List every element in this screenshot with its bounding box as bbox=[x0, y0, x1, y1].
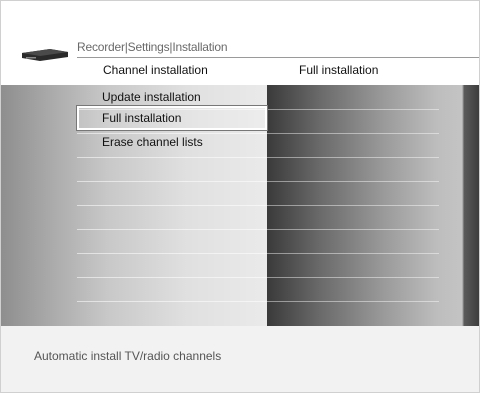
row-divider bbox=[77, 205, 267, 206]
column-title-full-installation: Full installation bbox=[299, 63, 379, 77]
row-divider bbox=[77, 181, 267, 182]
osd-screen: Recorder|Settings|Installation Channel i… bbox=[0, 0, 480, 393]
help-text: Automatic install TV/radio channels bbox=[34, 349, 222, 363]
row-divider bbox=[267, 109, 439, 110]
menu-item-erase-channel-lists[interactable]: Erase channel lists bbox=[77, 130, 267, 154]
menu-item-full-installation[interactable]: Full installation bbox=[76, 105, 268, 131]
menu-area: Update installation Full installation Er… bbox=[1, 85, 479, 326]
row-divider bbox=[267, 181, 439, 182]
header-divider bbox=[77, 57, 479, 58]
row-divider bbox=[267, 133, 439, 134]
row-divider bbox=[267, 157, 439, 158]
row-divider bbox=[77, 301, 267, 302]
breadcrumb: Recorder|Settings|Installation bbox=[77, 40, 228, 54]
row-divider bbox=[267, 301, 439, 302]
row-divider bbox=[77, 277, 267, 278]
row-divider bbox=[77, 157, 267, 158]
row-divider bbox=[267, 205, 439, 206]
row-divider bbox=[77, 229, 267, 230]
row-divider bbox=[267, 229, 439, 230]
recorder-device-icon bbox=[22, 49, 68, 61]
row-divider bbox=[267, 253, 439, 254]
row-divider bbox=[267, 277, 439, 278]
header: Recorder|Settings|Installation Channel i… bbox=[1, 1, 479, 85]
column-title-channel-installation: Channel installation bbox=[103, 63, 208, 77]
help-footer: Automatic install TV/radio channels bbox=[1, 326, 479, 392]
row-divider bbox=[77, 253, 267, 254]
